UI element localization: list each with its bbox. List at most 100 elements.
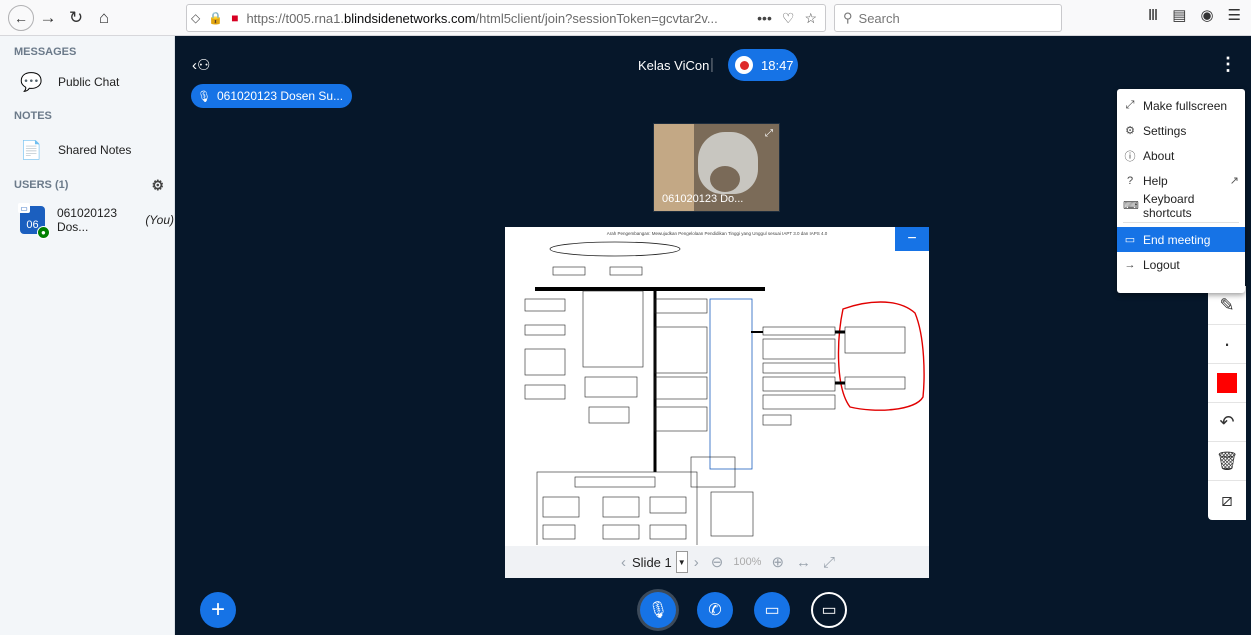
help-icon: ? xyxy=(1126,174,1134,187)
share-webcam-button[interactable]: ▭ xyxy=(754,592,790,628)
color-swatch xyxy=(1217,373,1237,393)
microphone-icon: 🎙 xyxy=(197,90,211,103)
library-icon[interactable]: Ⅲ xyxy=(1148,6,1158,24)
external-link-icon: ↗ xyxy=(1229,175,1239,187)
shared-notes-item[interactable]: 📄 Shared Notes xyxy=(0,130,174,170)
menu-divider xyxy=(1123,222,1239,223)
messages-section-title: MESSAGES xyxy=(14,46,77,58)
menu-item-label: About xyxy=(1143,148,1175,163)
public-chat-item[interactable]: 💬 Public Chat xyxy=(0,62,174,102)
users-section-title: USERS (1) xyxy=(14,179,69,191)
session-title: Kelas ViCon xyxy=(638,58,710,73)
color-picker[interactable] xyxy=(1208,364,1246,403)
reload-icon[interactable]: ↻ xyxy=(62,4,90,32)
menu-item-about[interactable]: ⓘ About xyxy=(1117,143,1245,168)
menu-item-settings[interactable]: ⚙ Settings xyxy=(1117,118,1245,143)
fullscreen-icon[interactable]: ⤢ xyxy=(765,128,773,139)
multi-user-whiteboard-icon[interactable]: ⧄ xyxy=(1208,481,1246,520)
menu-item-label: Keyboard shortcuts xyxy=(1143,191,1195,220)
next-slide-icon[interactable]: › xyxy=(694,554,699,571)
undo-icon[interactable]: ↶ xyxy=(1208,403,1246,442)
user-list-item[interactable]: ▭ 06 ● 061020123 Dos... (You) xyxy=(0,200,174,240)
user-you-label: (You) xyxy=(145,213,174,227)
presentation-toolbar: ‹ Slide 1 ▼ › ⊖ 100% ⊕ ↔ ⤢ xyxy=(505,546,929,578)
actions-button[interactable]: + xyxy=(200,592,236,628)
fullscreen-icon: ⤢ xyxy=(1125,99,1135,111)
menu-item-label: Logout xyxy=(1143,257,1180,272)
recording-timer: 18:47 xyxy=(761,57,794,73)
zoom-in-icon[interactable]: ⊕ xyxy=(771,553,784,571)
page-actions-icon[interactable]: ••• xyxy=(757,10,772,27)
leave-audio-button[interactable]: ✆ xyxy=(697,592,733,628)
slide-diagram: Arah Pengembangan: Mewujudkan Pengelolaa… xyxy=(524,231,925,547)
sidebar-toggle-icon[interactable]: ▤ xyxy=(1172,6,1186,24)
logout-icon: → xyxy=(1124,258,1136,271)
recording-indicator[interactable]: 18:47 xyxy=(728,49,798,81)
menu-item-fullscreen[interactable]: ⤢ Make fullscreen xyxy=(1117,93,1245,118)
menu-item-label: Settings xyxy=(1143,123,1187,138)
chat-bubble-icon: 💬 xyxy=(20,71,43,92)
menu-item-label: Make fullscreen xyxy=(1143,98,1228,113)
user-name: 061020123 Dos... xyxy=(56,206,118,234)
menu-item-label: End meeting xyxy=(1143,232,1211,247)
fullscreen-icon[interactable]: ⤢ xyxy=(823,554,835,571)
menu-item-end-meeting[interactable]: ▭ End meeting xyxy=(1117,227,1245,252)
presenter-icon: ▭ xyxy=(18,203,30,213)
microphone-button[interactable]: 🎙 xyxy=(640,592,676,628)
forward-arrow-icon[interactable]: → xyxy=(34,4,62,32)
end-meeting-icon: ▭ xyxy=(1124,234,1136,246)
previous-slide-icon[interactable]: ‹ xyxy=(621,554,626,571)
search-icon: ⚲ xyxy=(843,10,853,25)
trash-icon[interactable]: 🗑 xyxy=(1208,442,1246,481)
camera-permission-icon[interactable]: ■ xyxy=(231,11,238,25)
slide-heading: Arah Pengembangan: Mewujudkan Pengelolaa… xyxy=(607,231,828,236)
title-separator: | xyxy=(710,56,714,73)
options-dropdown: ⤢ Make fullscreen ⚙ Settings ⓘ About ? H… xyxy=(1117,89,1245,293)
microphone-icon: ● xyxy=(36,226,50,239)
url-text: https://t005.rna1.blindsidenetworks.com/… xyxy=(246,10,718,26)
menu-item-keyboard-shortcuts[interactable]: ⌨ Keyboard shortcuts xyxy=(1117,191,1245,220)
annotation-toolbar: ✎ · ↶ 🗑 ⧄ xyxy=(1208,286,1246,520)
hide-user-list-button[interactable]: ‹⚇ xyxy=(192,56,210,74)
share-screen-button[interactable]: ▭ xyxy=(811,592,847,628)
keyboard-icon: ⌨ xyxy=(1123,200,1139,212)
hamburger-menu-icon[interactable]: ☰ xyxy=(1228,6,1241,24)
talker-name: 061020123 Dosen Su... xyxy=(216,89,344,103)
back-arrow-icon[interactable]: ← xyxy=(8,4,34,31)
users-header: USERS (1) ⚙ xyxy=(0,170,174,200)
webcam-video[interactable]: ⤢ 061020123 Do... xyxy=(653,123,780,212)
minimize-presentation-button[interactable]: − xyxy=(895,227,929,251)
info-icon: ⓘ xyxy=(1124,150,1136,163)
search-placeholder: Search xyxy=(858,10,900,26)
main-presentation-area: ‹⚇ Kelas ViCon | 18:47 ⋮ 🎙 061020123 Dos… xyxy=(176,36,1251,635)
menu-item-logout[interactable]: → Logout xyxy=(1117,252,1245,277)
webcam-user-name: 061020123 Do... xyxy=(662,193,744,205)
chevron-down-icon: ▼ xyxy=(675,551,688,573)
thickness-icon[interactable]: · xyxy=(1208,325,1246,364)
menu-item-label: Help xyxy=(1143,173,1168,188)
user-list-sidebar: MESSAGES 💬 Public Chat NOTES 📄 Shared No… xyxy=(0,36,175,635)
notes-icon: 📄 xyxy=(20,139,43,160)
slide-select-value: Slide 1 xyxy=(632,554,672,570)
shield-icon[interactable]: ◇ xyxy=(191,11,200,25)
avatar: ▭ 06 ● xyxy=(18,203,50,239)
gear-icon[interactable]: ⚙ xyxy=(151,177,164,194)
shared-notes-label: Shared Notes xyxy=(58,143,132,157)
account-icon[interactable]: ◉ xyxy=(1200,6,1213,24)
bookmark-star-icon[interactable]: ☆ xyxy=(804,10,817,27)
gear-icon: ⚙ xyxy=(1125,125,1135,137)
fit-width-icon[interactable]: ↔ xyxy=(796,554,811,571)
home-icon[interactable]: ⌂ xyxy=(90,4,118,32)
zoom-level: 100% xyxy=(733,556,762,568)
search-input[interactable]: ⚲ Search xyxy=(834,4,1062,32)
zoom-out-icon[interactable]: ⊖ xyxy=(711,553,724,571)
lock-icon[interactable]: 🔒 xyxy=(208,11,223,25)
slide-select[interactable]: Slide 1 ▼ xyxy=(632,551,688,573)
notes-section-title: NOTES xyxy=(14,110,52,122)
presentation-slide[interactable]: Arah Pengembangan: Mewujudkan Pengelolaa… xyxy=(505,227,929,578)
menu-item-help[interactable]: ? Help ↗ xyxy=(1117,168,1245,193)
options-menu-button[interactable]: ⋮ xyxy=(1219,54,1237,75)
talking-indicator[interactable]: 🎙 061020123 Dosen Su... xyxy=(191,84,352,108)
pocket-icon[interactable]: ♡ xyxy=(782,10,795,27)
url-bar[interactable]: ◇ 🔒 ■ https://t005.rna1.blindsidenetwork… xyxy=(186,4,826,32)
